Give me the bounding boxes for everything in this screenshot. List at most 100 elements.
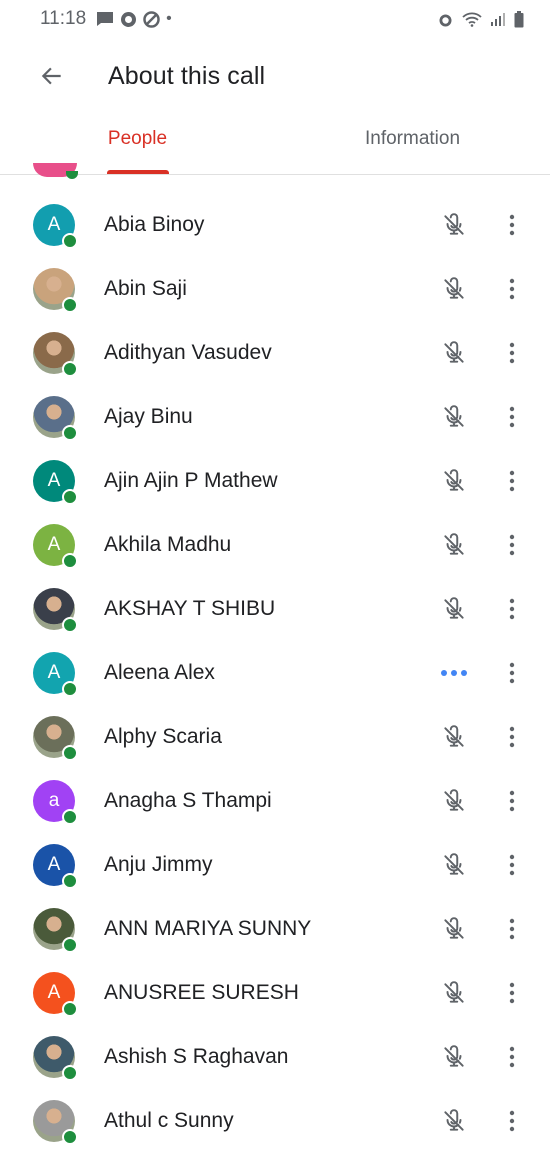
- participant-name: Akhila Madhu: [104, 533, 232, 556]
- participant-row[interactable]: A Abia Binoy: [0, 193, 550, 257]
- more-vert-icon: [509, 470, 515, 492]
- more-vert-icon: [509, 726, 515, 748]
- back-button[interactable]: [0, 63, 110, 89]
- avatar-container: [0, 1036, 104, 1081]
- participant-name: Athul c Sunny: [104, 1109, 234, 1132]
- online-indicator: [62, 361, 78, 377]
- avatar-letter: A: [47, 470, 61, 491]
- participant-row[interactable]: Alphy Scaria: [0, 705, 550, 769]
- participant-more-button[interactable]: [484, 790, 540, 812]
- online-indicator: [62, 425, 78, 441]
- participant-name: Abia Binoy: [104, 213, 205, 236]
- avatar-initial: A: [33, 972, 78, 1017]
- participant-more-button[interactable]: [484, 662, 540, 684]
- avatar-container: a: [0, 780, 104, 825]
- speaking-indicator-icon: [424, 670, 484, 676]
- participant-name: Ajay Binu: [104, 405, 193, 428]
- avatar-container: [0, 908, 104, 953]
- avatar-letter: A: [47, 662, 61, 683]
- participant-more-button[interactable]: [484, 982, 540, 1004]
- alarm-icon: [439, 14, 452, 26]
- participant-more-button[interactable]: [484, 918, 540, 940]
- whatsapp-icon: [121, 11, 137, 27]
- participant-more-button[interactable]: [484, 534, 540, 556]
- participant-name: Adithyan Vasudev: [104, 341, 272, 364]
- participant-more-button[interactable]: [484, 1110, 540, 1132]
- more-vert-icon: [509, 534, 515, 556]
- more-vert-icon: [509, 278, 515, 300]
- speaking-dots: [441, 670, 467, 676]
- muted-indicator: [424, 1044, 484, 1070]
- participant-more-button[interactable]: [484, 1046, 540, 1068]
- participant-row[interactable]: Adithyan Vasudev: [0, 321, 550, 385]
- participant-more-button[interactable]: [484, 214, 540, 236]
- mic-off-icon: [444, 341, 464, 363]
- mic-off-icon: [444, 917, 464, 939]
- muted-indicator: [424, 340, 484, 366]
- avatar-letter: A: [47, 982, 61, 1003]
- mic-off-icon: [444, 1109, 464, 1131]
- muted-indicator: [424, 980, 484, 1006]
- participant-name: Alphy Scaria: [104, 725, 222, 748]
- online-indicator: [62, 1129, 78, 1145]
- more-vert-icon: [509, 1046, 515, 1068]
- online-indicator: [62, 937, 78, 953]
- more-vert-icon: [509, 598, 515, 620]
- participant-row[interactable]: A ANUSREE SURESH: [0, 961, 550, 1025]
- participant-row[interactable]: A Akhila Madhu: [0, 513, 550, 577]
- participant-more-button[interactable]: [484, 406, 540, 428]
- participant-more-button[interactable]: [484, 598, 540, 620]
- online-indicator: [62, 553, 78, 569]
- avatar-initial: A: [33, 652, 78, 697]
- muted-indicator: [424, 468, 484, 494]
- online-indicator: [62, 1001, 78, 1017]
- muted-indicator: [424, 212, 484, 238]
- participant-row[interactable]: Ajay Binu: [0, 385, 550, 449]
- muted-indicator: [424, 276, 484, 302]
- app-bar: About this call: [0, 38, 550, 114]
- avatar-container: A: [0, 844, 104, 889]
- online-indicator: [62, 617, 78, 633]
- participant-more-button[interactable]: [484, 470, 540, 492]
- participant-more-button[interactable]: [484, 278, 540, 300]
- tab-information[interactable]: Information: [275, 114, 550, 174]
- participant-row[interactable]: Abin Saji: [0, 257, 550, 321]
- avatar-photo: [33, 908, 78, 953]
- participant-row[interactable]: AKSHAY T SHIBU: [0, 577, 550, 641]
- participant-row[interactable]: Ashish S Raghavan: [0, 1025, 550, 1089]
- muted-indicator: [424, 404, 484, 430]
- tab-bar: People Information: [0, 114, 550, 175]
- more-vert-icon: [509, 406, 515, 428]
- participant-more-button[interactable]: [484, 726, 540, 748]
- more-vert-icon: [509, 918, 515, 940]
- avatar-photo: [33, 396, 78, 441]
- signal-icon: [491, 12, 505, 26]
- page-title: About this call: [108, 61, 266, 90]
- mic-off-icon: [444, 533, 464, 555]
- participant-more-button[interactable]: [484, 342, 540, 364]
- notification-icons: •: [96, 10, 172, 28]
- more-vert-icon: [509, 1110, 515, 1132]
- participant-more-button[interactable]: [484, 854, 540, 876]
- more-vert-icon: [509, 790, 515, 812]
- mic-off-icon: [444, 405, 464, 427]
- online-indicator: [62, 233, 78, 249]
- muted-indicator: [424, 532, 484, 558]
- participant-row[interactable]: A Ajin Ajin P Mathew: [0, 449, 550, 513]
- participant-row[interactable]: a Anagha S Thampi: [0, 769, 550, 833]
- muted-indicator: [424, 788, 484, 814]
- more-vert-icon: [509, 662, 515, 684]
- tab-information-label: Information: [364, 128, 461, 149]
- online-indicator: [62, 873, 78, 889]
- participant-row[interactable]: A Aleena Alex: [0, 641, 550, 705]
- mic-off-icon: [444, 277, 464, 299]
- avatar-letter: a: [48, 790, 60, 811]
- participant-row[interactable]: ANN MARIYA SUNNY: [0, 897, 550, 961]
- avatar-container: [0, 716, 104, 761]
- participant-row[interactable]: Athul c Sunny: [0, 1089, 550, 1153]
- avatar-initial: a: [33, 780, 78, 825]
- muted-indicator: [424, 852, 484, 878]
- participant-row[interactable]: A Anju Jimmy: [0, 833, 550, 897]
- mic-off-icon: [444, 853, 464, 875]
- online-indicator: [62, 489, 78, 505]
